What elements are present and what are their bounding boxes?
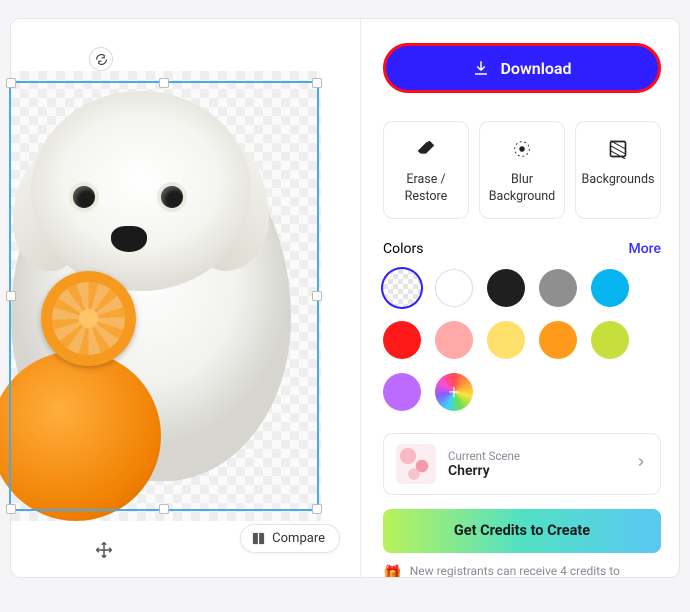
editor-frame: Compare Download Erase / Restore Blur Ba… xyxy=(10,18,680,578)
color-swatch-white[interactable] xyxy=(435,269,473,307)
blur-background-tool[interactable]: Blur Background xyxy=(479,121,565,219)
color-swatches: + xyxy=(383,269,661,411)
colors-header: Colors More xyxy=(383,241,661,257)
resize-handle-bl[interactable] xyxy=(6,504,16,514)
move-icon xyxy=(95,541,113,559)
color-swatch-transparent[interactable] xyxy=(383,269,421,307)
color-swatch-purple[interactable] xyxy=(383,373,421,411)
download-button[interactable]: Download xyxy=(383,43,661,93)
resize-handle-tl[interactable] xyxy=(6,78,16,88)
tools-row: Erase / Restore Blur Background Backgrou… xyxy=(383,121,661,219)
promo-message: 🎁 New registrants can receive 4 credits … xyxy=(383,563,661,577)
compare-label: Compare xyxy=(272,531,325,546)
get-credits-button[interactable]: Get Credits to Create xyxy=(383,509,661,553)
plus-icon: + xyxy=(435,373,473,411)
blur-label: Blur Background xyxy=(484,172,560,206)
gift-icon: 🎁 xyxy=(383,563,402,577)
colors-more-link[interactable]: More xyxy=(628,241,661,257)
resize-handle-lm[interactable] xyxy=(6,291,16,301)
chevron-right-icon xyxy=(634,454,648,473)
controls-panel: Download Erase / Restore Blur Background… xyxy=(361,19,679,577)
move-handle[interactable] xyxy=(93,539,115,561)
backgrounds-tool[interactable]: Backgrounds xyxy=(575,121,661,219)
canvas[interactable] xyxy=(11,71,321,521)
resize-handle-tm[interactable] xyxy=(159,78,169,88)
resize-handle-bm[interactable] xyxy=(159,504,169,514)
scene-label: Current Scene xyxy=(448,449,622,463)
resize-handle-tr[interactable] xyxy=(312,78,322,88)
color-swatch-lime[interactable] xyxy=(591,321,629,359)
download-label: Download xyxy=(500,59,571,78)
resize-handle-br[interactable] xyxy=(312,504,322,514)
refresh-icon xyxy=(95,53,108,66)
erase-label: Erase / Restore xyxy=(388,172,464,206)
color-swatch-yellow[interactable] xyxy=(487,321,525,359)
color-swatch-gray[interactable] xyxy=(539,269,577,307)
erase-restore-tool[interactable]: Erase / Restore xyxy=(383,121,469,219)
current-scene-card[interactable]: Current Scene Cherry xyxy=(383,433,661,495)
compare-button[interactable]: Compare xyxy=(240,524,340,553)
scene-thumbnail xyxy=(396,444,436,484)
backgrounds-label: Backgrounds xyxy=(582,172,655,189)
promo-text: New registrants can receive 4 credits to… xyxy=(410,563,661,577)
credits-cta-label: Get Credits to Create xyxy=(454,522,590,539)
color-swatch-orange[interactable] xyxy=(539,321,577,359)
canvas-panel: Compare xyxy=(11,19,361,577)
color-swatch-pink[interactable] xyxy=(435,321,473,359)
reset-button[interactable] xyxy=(89,47,113,71)
compare-icon xyxy=(251,531,266,546)
backgrounds-icon xyxy=(605,136,631,162)
selection-box[interactable] xyxy=(9,81,319,511)
color-swatch-black[interactable] xyxy=(487,269,525,307)
color-swatch-custom[interactable]: + xyxy=(435,373,473,411)
color-swatch-red[interactable] xyxy=(383,321,421,359)
scene-name: Cherry xyxy=(448,463,622,479)
eraser-icon xyxy=(413,136,439,162)
blur-icon xyxy=(509,136,535,162)
color-swatch-cyan[interactable] xyxy=(591,269,629,307)
resize-handle-rm[interactable] xyxy=(312,291,322,301)
colors-heading: Colors xyxy=(383,241,423,257)
download-icon xyxy=(472,59,490,77)
